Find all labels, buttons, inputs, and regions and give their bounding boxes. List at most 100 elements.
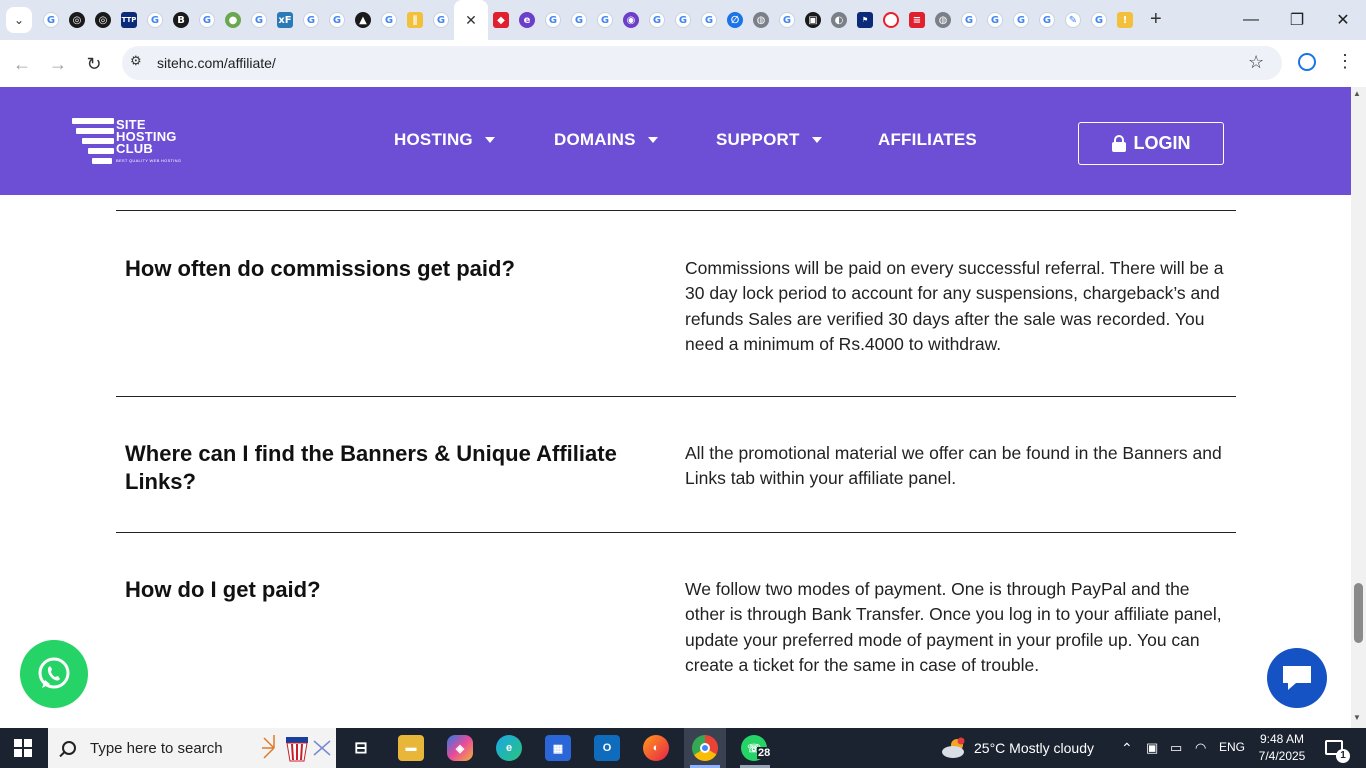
tab-red[interactable]: ◆ — [488, 0, 514, 40]
wifi-icon[interactable]: ◠ — [1195, 740, 1206, 756]
tab-google-5[interactable]: G — [298, 0, 324, 40]
firefox-icon[interactable]: ◐ — [643, 735, 669, 761]
google-icon: G — [545, 12, 561, 28]
site-logo[interactable]: SITE HOSTING CLUB BEST QUALITY WEB HOSTI… — [70, 118, 190, 168]
tab-circle[interactable]: ◉ — [618, 0, 644, 40]
tab-cap[interactable]: ▲ — [350, 0, 376, 40]
profile-icon[interactable] — [1298, 53, 1316, 71]
store-icon[interactable]: ▦ — [545, 735, 571, 761]
site-info-icon[interactable]: ⚙ — [130, 53, 142, 69]
tab-yellow[interactable]: ∥ — [402, 0, 428, 40]
active-tab[interactable]: ✕ — [454, 0, 488, 40]
menu-kebab-icon[interactable]: ⋮ — [1336, 51, 1354, 72]
tab-openai[interactable]: ◎ — [64, 0, 90, 40]
tab-e[interactable]: e — [514, 0, 540, 40]
tab-google-2[interactable]: G — [142, 0, 168, 40]
forward-icon[interactable]: → — [46, 52, 70, 76]
tab-google-15[interactable]: G — [774, 0, 800, 40]
bookmark-star-icon[interactable]: ☆ — [1248, 52, 1264, 73]
back-icon[interactable]: ← — [10, 52, 34, 76]
tab-openai-2[interactable]: ◎ — [90, 0, 116, 40]
nav-support[interactable]: SUPPORT — [716, 130, 822, 150]
tab-google[interactable]: G — [38, 0, 64, 40]
chrome-icon[interactable] — [692, 735, 718, 761]
weather-text[interactable]: 25°C Mostly cloudy — [974, 740, 1094, 756]
tab-google-10[interactable]: G — [566, 0, 592, 40]
file-explorer-icon[interactable]: ▬ — [398, 735, 424, 761]
tab-copilot[interactable]: ∅ — [722, 0, 748, 40]
edge-icon[interactable]: e — [496, 735, 522, 761]
tab-flag[interactable]: ⚑ — [852, 0, 878, 40]
copilot-icon[interactable]: ◈ — [447, 735, 473, 761]
tab-google-3[interactable]: G — [194, 0, 220, 40]
tab-google-11[interactable]: G — [592, 0, 618, 40]
logo-bar — [72, 118, 114, 124]
outlook-icon[interactable]: O — [594, 735, 620, 761]
battery-icon[interactable]: ▭ — [1170, 740, 1182, 756]
tab-b[interactable]: B — [168, 0, 194, 40]
url-text[interactable]: sitehc.com/affiliate/ — [157, 55, 276, 71]
tab-opera[interactable] — [878, 0, 904, 40]
task-view-icon[interactable]: ⊟ — [348, 735, 374, 761]
globe-icon: ◍ — [935, 12, 951, 28]
address-bar[interactable] — [122, 46, 1282, 80]
minimize-button[interactable]: — — [1228, 0, 1274, 40]
tab-google-7[interactable]: G — [376, 0, 402, 40]
notification-count-badge: 1 — [1336, 749, 1350, 763]
taskbar-clock[interactable]: 9:48 AM 7/4/2025 — [1257, 731, 1307, 765]
tab-green-box[interactable]: ▣ — [800, 0, 826, 40]
weather-cloudy-icon[interactable] — [941, 737, 967, 759]
ttp-icon: TTP — [121, 12, 137, 28]
nav-domains[interactable]: DOMAINS — [554, 130, 658, 150]
tab-google-8[interactable]: G — [428, 0, 454, 40]
tab-grey[interactable]: ◐ — [826, 0, 852, 40]
login-button[interactable]: LOGIN — [1078, 122, 1224, 165]
google-icon: G — [701, 12, 717, 28]
tab-google-12[interactable]: G — [644, 0, 670, 40]
nav-label: HOSTING — [394, 130, 473, 149]
tab-stripes[interactable]: ≡ — [904, 0, 930, 40]
clock-date: 7/4/2025 — [1258, 749, 1306, 763]
tab-google-4[interactable]: G — [246, 0, 272, 40]
tab-google-20[interactable]: G — [1086, 0, 1112, 40]
tab-google-9[interactable]: G — [540, 0, 566, 40]
nav-label: SUPPORT — [716, 130, 800, 149]
close-window-button[interactable]: ✕ — [1320, 0, 1366, 40]
tab-pen[interactable]: ✎ — [1060, 0, 1086, 40]
restore-button[interactable]: ❐ — [1274, 0, 1320, 40]
google-icon: G — [987, 12, 1003, 28]
tab-globe[interactable]: ● — [220, 0, 246, 40]
tab-google-14[interactable]: G — [696, 0, 722, 40]
whatsapp-unread-badge: 28 — [757, 747, 772, 759]
tab-google-13[interactable]: G — [670, 0, 696, 40]
reload-icon[interactable]: ↻ — [82, 52, 106, 76]
tab-info[interactable]: ! — [1112, 0, 1138, 40]
tab-globe-2[interactable]: ◍ — [748, 0, 774, 40]
tab-google-19[interactable]: G — [1034, 0, 1060, 40]
scroll-down-arrow-icon[interactable]: ▼ — [1353, 713, 1361, 722]
windows-start-icon[interactable] — [14, 739, 32, 757]
whatsapp-chat-button[interactable] — [20, 640, 88, 708]
tab-google-6[interactable]: G — [324, 0, 350, 40]
live-chat-button[interactable] — [1267, 648, 1327, 708]
google-icon: G — [1091, 12, 1107, 28]
scrollbar-thumb[interactable] — [1354, 583, 1363, 643]
nav-affiliates[interactable]: AFFILIATES — [878, 130, 977, 150]
meet-now-icon[interactable]: ▣ — [1146, 740, 1158, 756]
tab-google-18[interactable]: G — [1008, 0, 1034, 40]
nav-hosting[interactable]: HOSTING — [394, 130, 495, 150]
language-indicator[interactable]: ENG — [1219, 740, 1245, 754]
tab-google-16[interactable]: G — [956, 0, 982, 40]
search-highlight-icon — [262, 733, 332, 763]
scroll-up-arrow-icon[interactable]: ▲ — [1353, 89, 1361, 98]
tab-ttp[interactable]: TTP — [116, 0, 142, 40]
tray-overflow-icon[interactable]: ⌃ — [1121, 740, 1133, 757]
tab-google-17[interactable]: G — [982, 0, 1008, 40]
tab-xf[interactable]: xF — [272, 0, 298, 40]
tab-search-button[interactable]: ⌄ — [6, 7, 32, 33]
logo-tagline: BEST QUALITY WEB HOSTING — [116, 158, 182, 163]
google-icon: G — [147, 12, 163, 28]
tab-globe-3[interactable]: ◍ — [930, 0, 956, 40]
close-tab-icon[interactable]: ✕ — [465, 12, 477, 29]
new-tab-button[interactable]: + — [1150, 8, 1162, 31]
